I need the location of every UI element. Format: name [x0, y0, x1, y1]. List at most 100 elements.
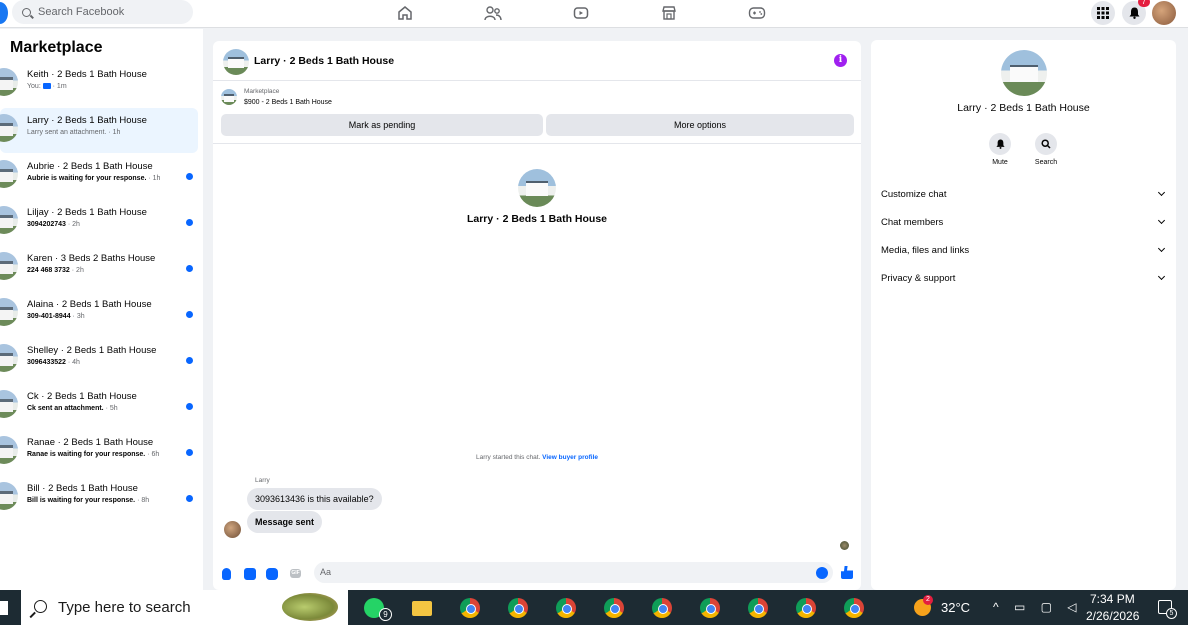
- listing-thumbnail[interactable]: [221, 89, 237, 105]
- chevron-down-icon: [1157, 216, 1166, 225]
- chrome-icon[interactable]: [700, 598, 720, 618]
- listing-title[interactable]: $900 - 2 Beds 1 Bath House: [244, 99, 332, 106]
- conversation-thumbnail: [0, 390, 18, 418]
- gif-icon[interactable]: GIF: [290, 569, 301, 578]
- microphone-icon[interactable]: [222, 568, 231, 580]
- file-explorer-icon[interactable]: [412, 601, 432, 616]
- seen-receipt-avatar: [840, 541, 849, 550]
- chrome-icon[interactable]: [604, 598, 624, 618]
- snippet-text: 309-401-8944: [27, 313, 71, 320]
- conversation-snippet: Ck sent an attachment. · 5h: [27, 405, 118, 412]
- snippet-text: Larry sent an attachment.: [27, 129, 107, 136]
- windows-taskbar: Type here to search 9 2 32°C ^ ▭ ▢ ◁ 7:3…: [0, 590, 1188, 625]
- view-buyer-profile-link[interactable]: View buyer profile: [542, 454, 598, 461]
- conversation-item[interactable]: Keith · 2 Beds 1 Bath House You: · 1m: [0, 62, 198, 107]
- chrome-icon[interactable]: [652, 598, 672, 618]
- home-icon[interactable]: [396, 4, 414, 22]
- search-icon: [22, 7, 31, 17]
- snippet-text: You:: [27, 83, 43, 90]
- facebook-topbar: Search Facebook 7: [0, 0, 1188, 28]
- conversation-snippet: Ranae is waiting for your response. · 6h: [27, 451, 159, 458]
- thumbs-up-icon[interactable]: [841, 566, 853, 579]
- marketplace-label: Marketplace: [244, 88, 280, 95]
- clock-date[interactable]: 2/26/2026: [1086, 609, 1139, 623]
- marketplace-listing-bar: Marketplace $900 - 2 Beds 1 Bath House M…: [213, 82, 861, 144]
- message-input[interactable]: Aa: [314, 562, 833, 583]
- chat-details-panel: Larry · 2 Beds 1 Bath House Mute Search …: [871, 40, 1176, 590]
- snippet-time: · 1h: [146, 175, 161, 182]
- customize-chat-section[interactable]: Customize chat: [881, 184, 1167, 204]
- privacy-support-section[interactable]: Privacy & support: [881, 268, 1167, 288]
- conversation-name: Ranae · 2 Beds 1 Bath House: [27, 437, 154, 448]
- snippet-time: · 4h: [65, 359, 80, 366]
- snippet-time: · 5h: [103, 405, 118, 412]
- facebook-search-input[interactable]: Search Facebook: [12, 0, 193, 24]
- profile-avatar[interactable]: [1152, 1, 1176, 25]
- unread-dot: [186, 495, 193, 502]
- chrome-icon[interactable]: [556, 598, 576, 618]
- marketplace-icon[interactable]: [660, 4, 678, 22]
- sticker-icon[interactable]: [266, 568, 278, 580]
- gaming-icon[interactable]: [748, 4, 766, 22]
- conversation-item[interactable]: Ranae · 2 Beds 1 Bath House Ranae is wait…: [0, 430, 198, 475]
- facebook-logo-icon[interactable]: [0, 2, 8, 24]
- watch-icon[interactable]: [572, 4, 590, 22]
- conversation-name: Shelley · 2 Beds 1 Bath House: [27, 345, 157, 356]
- chrome-icon[interactable]: [460, 598, 480, 618]
- snippet-time: · 2h: [65, 221, 80, 228]
- clock-time[interactable]: 7:34 PM: [1090, 592, 1135, 606]
- chrome-icon[interactable]: [844, 598, 864, 618]
- sidebar-title: Marketplace: [10, 39, 103, 56]
- chrome-icon[interactable]: [796, 598, 816, 618]
- conversation-thumbnail: [0, 298, 18, 326]
- search-icon[interactable]: [1035, 133, 1057, 155]
- chrome-icon[interactable]: [508, 598, 528, 618]
- chevron-down-icon: [1157, 272, 1166, 281]
- unread-dot: [186, 173, 193, 180]
- conversation-item[interactable]: Larry · 2 Beds 1 Bath House Larry sent an…: [0, 108, 198, 153]
- friends-icon[interactable]: [484, 4, 502, 22]
- conversation-name: Aubrie · 2 Beds 1 Bath House: [27, 161, 153, 172]
- snippet-text: 3096433522: [27, 359, 66, 366]
- conversation-item[interactable]: Bill · 2 Beds 1 Bath House Bill is waitin…: [0, 476, 198, 521]
- snippet-time: · 1m: [50, 83, 67, 90]
- mark-as-pending-button[interactable]: Mark as pending: [221, 114, 543, 136]
- search-label: Search: [1034, 159, 1058, 166]
- conversation-snippet: 3094202743 · 2h: [27, 221, 80, 228]
- conversation-item[interactable]: Shelley · 2 Beds 1 Bath House 3096433522 …: [0, 338, 198, 383]
- conversation-item[interactable]: Ck · 2 Beds 1 Bath House Ck sent an attac…: [0, 384, 198, 429]
- conversation-thumbnail: [0, 160, 18, 188]
- more-options-button[interactable]: More options: [546, 114, 854, 136]
- search-highlight-image[interactable]: [282, 593, 338, 621]
- photo-icon[interactable]: [244, 568, 256, 580]
- unread-dot: [186, 311, 193, 318]
- conversation-item[interactable]: Liljay · 2 Beds 1 Bath House 3094202743 ·…: [0, 200, 198, 245]
- chat-avatar[interactable]: [223, 49, 249, 75]
- emoji-icon[interactable]: [816, 567, 828, 579]
- chat-members-section[interactable]: Chat members: [881, 212, 1167, 232]
- media-files-links-section[interactable]: Media, files and links: [881, 240, 1167, 260]
- conversation-snippet: Larry sent an attachment. · 1h: [27, 129, 120, 136]
- conversation-snippet: 224 468 3732 · 2h: [27, 267, 84, 274]
- snippet-time: · 3h: [70, 313, 85, 320]
- info-icon[interactable]: i: [834, 54, 847, 67]
- conversation-item[interactable]: Alaina · 2 Beds 1 Bath House 309-401-8944…: [0, 292, 198, 337]
- mute-bell-icon[interactable]: [989, 133, 1011, 155]
- search-icon: [34, 600, 47, 613]
- menu-grid-icon[interactable]: [1091, 1, 1115, 25]
- message-bubble: Message sent: [247, 511, 323, 533]
- snippet-time: · 2h: [69, 267, 84, 274]
- temperature[interactable]: 32°C: [941, 600, 970, 615]
- conversation-item[interactable]: Karen · 3 Beds 2 Baths House 224 468 3732…: [0, 246, 198, 291]
- conversation-item[interactable]: Aubrie · 2 Beds 1 Bath House Aubrie is wa…: [0, 154, 198, 199]
- windows-start-icon[interactable]: [0, 601, 8, 615]
- snippet-time: · 6h: [145, 451, 160, 458]
- conversation-snippet: 309-401-8944 · 3h: [27, 313, 85, 320]
- chrome-icon[interactable]: [748, 598, 768, 618]
- conversation-thumbnail: [0, 206, 18, 234]
- snippet-text: 3094202743: [27, 221, 66, 228]
- chat-title[interactable]: Larry · 2 Beds 1 Bath House: [254, 55, 394, 67]
- chat-panel: Larry · 2 Beds 1 Bath House i Marketplac…: [213, 41, 861, 590]
- snippet-text: Aubrie is waiting for your response.: [27, 175, 147, 182]
- system-tray-icons[interactable]: ^ ▭ ▢ ◁: [993, 600, 1083, 614]
